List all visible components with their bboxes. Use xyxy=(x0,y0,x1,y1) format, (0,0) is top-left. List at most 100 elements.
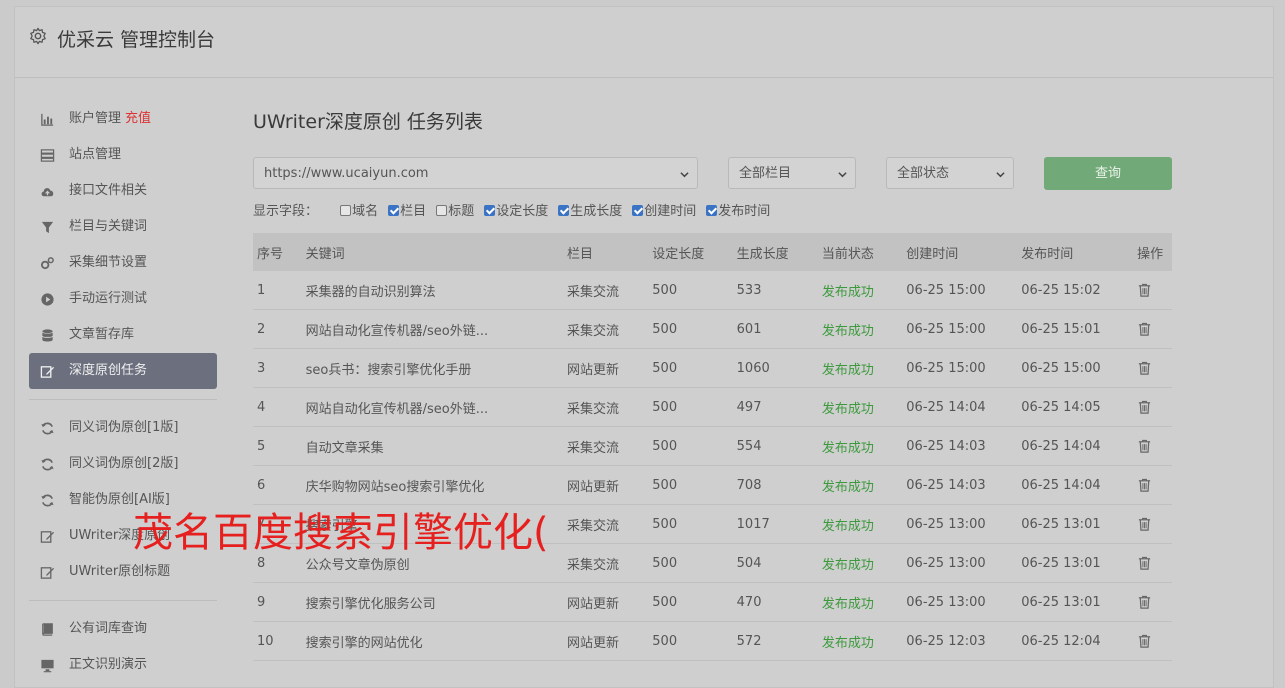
sidebar-item-label: 同义词伪原创[2版] xyxy=(69,456,179,471)
table-cell: 06-25 15:01 xyxy=(1017,309,1134,349)
sidebar-item-0-2[interactable]: 接口文件相关 xyxy=(29,173,217,209)
field-toggle-2[interactable]: 标题 xyxy=(436,203,474,221)
page-header-title: 优采云 管理控制台 xyxy=(57,29,216,51)
sidebar-item-1-4[interactable]: UWriter原创标题 xyxy=(29,554,217,590)
trash-icon[interactable] xyxy=(1137,282,1152,298)
table-cell: 500 xyxy=(648,543,733,583)
display-fields: 显示字段： 域名 栏目 标题 设定长度 生成长度 创建时间 发布时间 xyxy=(253,203,780,221)
table-cell: 2 xyxy=(253,309,302,349)
console-frame: 优采云 管理控制台 账户管理 充值站点管理接口文件相关栏目与关键词 采集细节设置 手动… xyxy=(14,6,1274,688)
column-header: 序号 xyxy=(253,233,302,271)
table-cell: 500 xyxy=(648,387,733,427)
table-cell[interactable]: 搜索引擎优化服务公司 xyxy=(301,582,564,622)
table-cell: 500 xyxy=(648,504,733,544)
table-cell: 9 xyxy=(253,582,302,622)
table-cell: 3 xyxy=(253,348,302,388)
trash-icon[interactable] xyxy=(1137,555,1152,571)
checkbox[interactable] xyxy=(706,205,718,216)
sidebar-item-1-1[interactable]: 同义词伪原创[2版] xyxy=(29,446,217,482)
checkbox[interactable] xyxy=(558,205,570,216)
field-toggle-6[interactable]: 发布时间 xyxy=(706,203,770,221)
table-row: 6 庆华购物网站seo搜索引擎优化 网站更新 500 708 发布成功 06-25 14:0… xyxy=(253,465,1172,505)
recharge-link[interactable]: 充值 xyxy=(125,111,151,126)
table-cell: 4 xyxy=(253,387,302,427)
sidebar-item-label: 接口文件相关 xyxy=(69,183,148,198)
field-toggle-label: 标题 xyxy=(448,204,475,219)
checkbox[interactable] xyxy=(632,205,644,216)
table-cell: 06-25 14:04 xyxy=(1017,426,1134,466)
sidebar-item-2-0[interactable]: 公有词库查询 xyxy=(29,611,217,647)
trash-icon[interactable] xyxy=(1137,438,1152,454)
column-header: 栏目 xyxy=(563,233,649,271)
sidebar-item-label: 深度原创任务 xyxy=(69,363,148,378)
table-cell-actions xyxy=(1133,504,1172,544)
trash-icon[interactable] xyxy=(1137,477,1152,493)
field-toggle-label: 生成长度 xyxy=(570,204,623,219)
table-cell: 497 xyxy=(732,387,818,427)
checkbox[interactable] xyxy=(436,205,448,216)
column-header: 设定长度 xyxy=(648,233,733,271)
table-cell[interactable]: 庆华购物网站seo搜索引擎优化 xyxy=(301,465,564,505)
field-toggle-0[interactable]: 域名 xyxy=(340,203,378,221)
table-cell[interactable]: 自动文章采集 xyxy=(301,426,564,466)
trash-icon[interactable] xyxy=(1137,360,1152,376)
trash-icon[interactable] xyxy=(1137,399,1152,415)
table-cell: 采集交流 xyxy=(563,426,649,466)
sidebar-item-0-7[interactable]: 深度原创任务 xyxy=(29,353,217,389)
table-cell[interactable]: 网站自动化宣传机器/seo外链... xyxy=(301,387,564,427)
sidebar-item-label: 正文识别演示 xyxy=(69,657,148,672)
table-cell: 572 xyxy=(732,621,818,661)
table-cell: 06-25 13:01 xyxy=(1017,543,1134,583)
table-cell: 发布成功 xyxy=(817,271,903,310)
column-header: 操作 xyxy=(1133,233,1172,271)
table-cell[interactable]: seo兵书：搜索引擎优化手册 xyxy=(301,348,564,388)
table-row: 5 自动文章采集 采集交流 500 554 发布成功 06-25 14:03 06-25 14… xyxy=(253,426,1172,466)
sidebar-item-label: 公有词库查询 xyxy=(69,621,148,636)
table-cell: 504 xyxy=(732,543,818,583)
table-cell[interactable]: 网站自动化宣传机器/seo外链... xyxy=(301,309,564,349)
table-cell[interactable]: 采集器的自动识别算法 xyxy=(301,271,564,310)
sidebar-item-0-0[interactable]: 账户管理 充值 xyxy=(29,101,217,137)
table-cell-actions xyxy=(1133,309,1172,349)
play-icon xyxy=(41,293,54,306)
sidebar-item-2-1[interactable]: 正文识别演示 xyxy=(29,647,217,683)
sidebar-item-0-1[interactable]: 站点管理 xyxy=(29,137,217,173)
table-cell: 06-25 13:01 xyxy=(1017,504,1134,544)
status-select[interactable]: 全部状态 xyxy=(886,157,1014,189)
table-cell: 网站更新 xyxy=(563,582,649,622)
sidebar-item-1-0[interactable]: 同义词伪原创[1版] xyxy=(29,410,217,446)
field-toggle-5[interactable]: 创建时间 xyxy=(632,203,696,221)
checkbox[interactable] xyxy=(340,205,352,216)
checkbox[interactable] xyxy=(484,205,496,216)
table-cell: 06-25 13:01 xyxy=(1017,582,1134,622)
sidebar-item-0-6[interactable]: 文章暂存库 xyxy=(29,317,217,353)
sidebar-item-label: 站点管理 xyxy=(69,147,122,162)
status-select-value: 全部状态 xyxy=(897,166,950,181)
trash-icon[interactable] xyxy=(1137,321,1152,337)
field-toggle-4[interactable]: 生成长度 xyxy=(558,203,622,221)
column-select[interactable]: 全部栏目 xyxy=(728,157,856,189)
sidebar-item-0-3[interactable]: 栏目与关键词 xyxy=(29,209,217,245)
table-row: 3 seo兵书：搜索引擎优化手册 网站更新 500 1060 发布成功 06-25 15:0… xyxy=(253,348,1172,388)
table-cell-actions xyxy=(1133,387,1172,427)
sidebar-item-0-5[interactable]: 手动运行测试 xyxy=(29,281,217,317)
edit-icon xyxy=(40,531,55,543)
trash-icon[interactable] xyxy=(1137,594,1152,610)
table-cell: 1 xyxy=(253,271,302,310)
checkbox[interactable] xyxy=(388,205,400,216)
sidebar-item-0-4[interactable]: 采集细节设置 xyxy=(29,245,217,281)
field-toggle-3[interactable]: 设定长度 xyxy=(484,203,548,221)
table-cell: 06-25 14:04 xyxy=(902,387,1018,427)
sidebar-divider xyxy=(29,600,217,601)
query-button[interactable]: 查询 xyxy=(1044,157,1172,190)
field-toggle-1[interactable]: 栏目 xyxy=(388,203,426,221)
site-select[interactable]: https://www.ucaiyun.com xyxy=(253,157,698,189)
table-cell: 500 xyxy=(648,309,733,349)
trash-icon[interactable] xyxy=(1137,633,1152,649)
table-cell: 发布成功 xyxy=(817,309,903,349)
table-cell[interactable]: 搜索引擎的网站优化 xyxy=(301,621,564,661)
table-cell: 06-25 15:02 xyxy=(1017,271,1134,310)
trash-icon[interactable] xyxy=(1137,516,1152,532)
table-cell: 发布成功 xyxy=(817,426,903,466)
table-cell: 发布成功 xyxy=(817,465,903,505)
